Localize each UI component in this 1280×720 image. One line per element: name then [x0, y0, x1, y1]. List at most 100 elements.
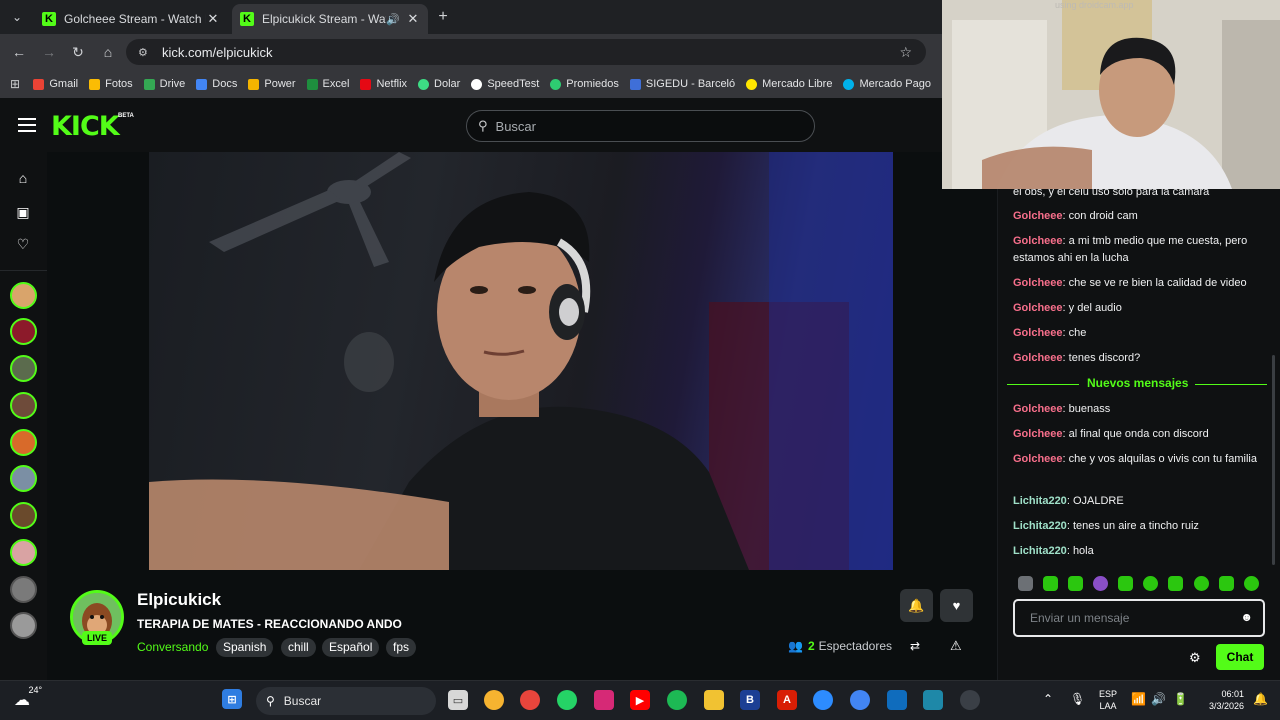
following-heart-icon[interactable]: ♡ — [14, 235, 32, 253]
emote-icon[interactable] — [1143, 576, 1158, 591]
bookmark-drive[interactable]: Drive — [143, 78, 185, 90]
emote-icon[interactable] — [1168, 576, 1183, 591]
video-player[interactable] — [149, 152, 893, 570]
tab-close-icon[interactable]: ✕ — [206, 11, 220, 27]
address-bar[interactable]: ⚙ kick.com/elpicukick ☆ — [126, 39, 926, 65]
followed-channel-avatar[interactable] — [10, 392, 37, 419]
forward-icon[interactable]: → — [40, 43, 58, 61]
report-warning-icon[interactable]: ⚠ — [950, 638, 962, 654]
browser-tab-golcheee[interactable]: K Golcheee Stream - Watch Live o ✕ — [34, 4, 228, 34]
reload-icon[interactable]: ↻ — [69, 43, 87, 61]
chat-username[interactable]: Lichita220 — [1013, 545, 1067, 557]
tab-close-icon[interactable]: ✕ — [406, 11, 420, 27]
spotify-icon[interactable] — [667, 690, 687, 710]
speaker-icon[interactable]: 🔊 — [386, 13, 400, 26]
home-icon[interactable]: ⌂ — [99, 43, 117, 61]
bookmark-dolar[interactable]: Dolar — [418, 78, 460, 90]
wifi-icon[interactable]: 📶 — [1131, 692, 1146, 706]
emote-icon[interactable] — [1118, 576, 1133, 591]
chat-username[interactable]: Golcheee — [1013, 235, 1063, 247]
bookmark-netflix[interactable]: Netflix — [360, 78, 407, 90]
bookmark-sigedu[interactable]: SIGEDU - Barceló — [629, 78, 735, 90]
notification-bell-button[interactable]: 🔔 — [900, 589, 933, 622]
emote-icon[interactable] — [1219, 576, 1234, 591]
chat-scrollbar[interactable] — [1272, 355, 1275, 565]
menu-icon[interactable] — [18, 118, 36, 132]
chrome-icon[interactable] — [520, 690, 540, 710]
bitwarden-icon[interactable]: B — [740, 690, 760, 710]
followed-channel-avatar[interactable] — [10, 612, 37, 639]
stream-category-link[interactable]: Conversando — [137, 640, 208, 654]
chat-username[interactable]: Lichita220 — [1013, 520, 1067, 532]
chat-settings-gear-icon[interactable]: ⚙ — [1189, 650, 1201, 666]
volume-icon[interactable]: 🔊 — [1151, 692, 1166, 706]
tray-overflow-chevron-icon[interactable]: ⌃ — [1043, 692, 1053, 706]
followed-channel-avatar[interactable] — [10, 465, 37, 492]
followed-channel-avatar[interactable] — [10, 576, 37, 603]
battery-icon[interactable]: 🔋 — [1173, 692, 1188, 706]
bookmark-mercado-libre[interactable]: Mercado Libre — [746, 78, 832, 90]
emote-icon[interactable] — [1018, 576, 1033, 591]
instagram-icon[interactable] — [594, 690, 614, 710]
bookmark-excel[interactable]: Excel — [306, 78, 349, 90]
keyboard-language[interactable]: ESP LAA — [1099, 688, 1117, 712]
chat-username[interactable]: Golcheee — [1013, 453, 1063, 465]
followed-channel-avatar[interactable] — [10, 318, 37, 345]
chat-username[interactable]: Lichita220 — [1013, 495, 1067, 507]
chat-username[interactable]: Golcheee — [1013, 210, 1063, 222]
bookmark-promiedos[interactable]: Promiedos — [550, 78, 619, 90]
bookmark-star-icon[interactable]: ☆ — [899, 44, 912, 61]
search-input[interactable]: ⚲ Buscar — [466, 110, 815, 142]
windows-start-icon[interactable]: ⊞ — [222, 689, 242, 709]
share-icon[interactable]: ⇄ — [910, 639, 920, 653]
chat-username[interactable]: Golcheee — [1013, 428, 1063, 440]
bookmark-speedtest[interactable]: SpeedTest — [471, 78, 539, 90]
emote-icon[interactable] — [1043, 576, 1058, 591]
zoom-icon[interactable] — [813, 690, 833, 710]
apps-grid-icon[interactable]: ⊞ — [10, 77, 23, 91]
followed-channel-avatar[interactable] — [10, 539, 37, 566]
youtube-icon[interactable]: ▶ — [630, 690, 650, 710]
site-info-icon[interactable]: ⚙ — [138, 46, 154, 59]
followed-channel-avatar[interactable] — [10, 355, 37, 382]
bookmark-mercado-pago[interactable]: Mercado Pago — [843, 78, 931, 90]
chat-username[interactable]: Golcheee — [1013, 277, 1063, 289]
bookmark-docs[interactable]: Docs — [196, 78, 237, 90]
taskbar-clock[interactable]: 06:01 3/3/2026 — [1200, 688, 1244, 712]
follow-heart-button[interactable]: ♥ — [940, 589, 973, 622]
bookmark-fotos[interactable]: Fotos — [89, 78, 133, 90]
back-icon[interactable]: ← — [10, 43, 28, 61]
chat-message-input[interactable]: Enviar un mensaje ☻ — [1013, 599, 1265, 637]
emote-icon[interactable] — [1194, 576, 1209, 591]
streamer-name[interactable]: Elpicukick — [137, 590, 221, 610]
chat-username[interactable]: Golcheee — [1013, 302, 1063, 314]
emote-icon[interactable] — [1068, 576, 1083, 591]
whatsapp-icon[interactable] — [557, 690, 577, 710]
bookmark-power[interactable]: Power — [248, 78, 296, 90]
task-view-icon[interactable]: ▭ — [448, 690, 468, 710]
acrobat-icon[interactable]: A — [777, 690, 797, 710]
browse-icon[interactable]: ▣ — [14, 203, 32, 221]
kick-logo[interactable]: KICK — [51, 111, 120, 142]
chat-username[interactable]: Golcheee — [1013, 327, 1063, 339]
tab-search-button[interactable]: ⌄ — [6, 7, 28, 27]
chat-username[interactable]: Golcheee — [1013, 403, 1063, 415]
chat-username[interactable]: Golcheee — [1013, 352, 1063, 364]
chrome-profile-icon[interactable] — [850, 690, 870, 710]
obs-icon[interactable] — [960, 690, 980, 710]
outlook-icon[interactable] — [887, 690, 907, 710]
file-explorer-icon[interactable] — [704, 690, 724, 710]
microphone-icon[interactable]: 🎙 — [1070, 692, 1085, 706]
new-tab-button[interactable]: + — [434, 8, 452, 26]
emoji-picker-icon[interactable]: ☻ — [1240, 610, 1253, 624]
followed-channel-avatar[interactable] — [10, 502, 37, 529]
emote-icon[interactable] — [1093, 576, 1108, 591]
stream-tag[interactable]: chill — [281, 638, 316, 657]
bookmark-gmail[interactable]: Gmail — [33, 78, 78, 90]
followed-channel-avatar[interactable] — [10, 282, 37, 309]
stream-tag[interactable]: fps — [386, 638, 417, 657]
emote-icon[interactable] — [1244, 576, 1259, 591]
stream-tag[interactable]: Spanish — [216, 638, 274, 657]
browser-tab-elpicukick[interactable]: K Elpicukick Stream - Watch Li 🔊 ✕ — [232, 4, 428, 34]
app-icon[interactable] — [923, 690, 943, 710]
